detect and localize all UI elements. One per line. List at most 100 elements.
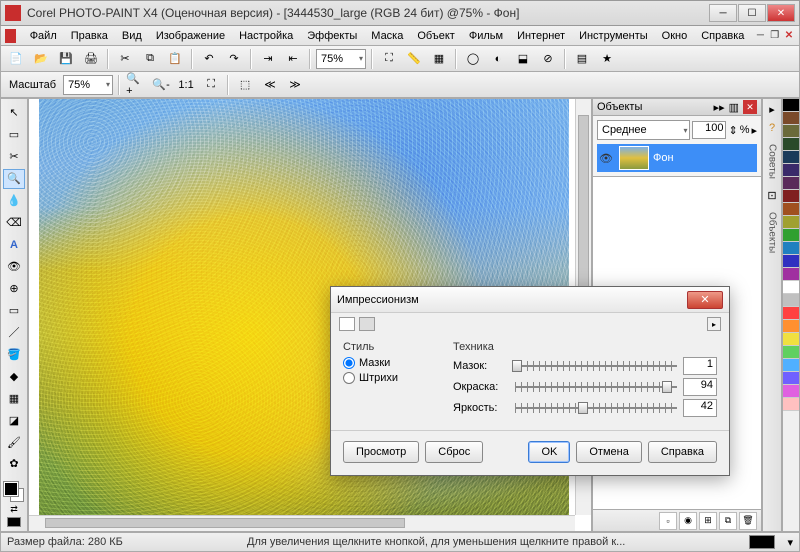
palette-swatch[interactable] [783, 151, 799, 164]
style-hatches-input[interactable] [343, 372, 355, 384]
opacity-stepper-icon[interactable]: ⇕ [728, 124, 737, 137]
import-icon[interactable]: ⇥ [257, 48, 279, 70]
eraser-tool-icon[interactable]: ⌫ [3, 213, 25, 233]
menu-image[interactable]: Изображение [150, 28, 231, 44]
redeye-tool-icon[interactable]: 👁 [3, 257, 25, 277]
mask-overlay-icon[interactable]: ◐ [487, 48, 509, 70]
mask-invert-icon[interactable]: ⬓ [512, 48, 534, 70]
menu-view[interactable]: Вид [116, 28, 148, 44]
panel-close-button[interactable]: ✕ [743, 100, 757, 114]
text-tool-icon[interactable]: A [3, 235, 25, 255]
menu-internet[interactable]: Интернет [511, 28, 571, 44]
palette-swatch[interactable] [783, 268, 799, 281]
redo-icon[interactable]: ↷ [223, 48, 245, 70]
palette-swatch[interactable] [783, 177, 799, 190]
foreground-color-swatch[interactable] [4, 482, 18, 496]
palette-swatch[interactable] [783, 281, 799, 294]
palette-swatch[interactable] [783, 229, 799, 242]
rectangle-tool-icon[interactable]: ▭ [3, 300, 25, 320]
style-strokes-input[interactable] [343, 357, 355, 369]
objects-tab-icon[interactable]: ⊡ [767, 189, 776, 202]
bright-value[interactable]: 42 [683, 399, 717, 417]
hints-tab[interactable]: Советы [767, 140, 778, 183]
eyedropper-tool-icon[interactable]: 💧 [3, 191, 25, 211]
zoom-combo[interactable]: 75% [316, 49, 366, 69]
new-icon[interactable]: 📄 [5, 48, 27, 70]
style-hatches-radio[interactable]: Штрихи [343, 372, 443, 384]
preview-button[interactable]: Просмотр [343, 441, 419, 463]
ok-button[interactable]: OK [528, 441, 570, 463]
zoom-out-icon[interactable]: 🔍- [150, 74, 172, 96]
fill-tool-icon[interactable]: 🪣 [3, 344, 25, 364]
line-tool-icon[interactable]: ／ [3, 322, 25, 342]
dialog-options-icon[interactable]: ▸ [707, 317, 721, 331]
color-value[interactable]: 94 [683, 378, 717, 396]
style-strokes-radio[interactable]: Мазки [343, 357, 443, 369]
launcher-icon[interactable]: ▤ [571, 48, 593, 70]
objects-panel-header[interactable]: Объекты ▸▸ ▥ ✕ [592, 98, 762, 116]
palette-swatch[interactable] [783, 333, 799, 346]
palette-swatch[interactable] [783, 398, 799, 411]
export-icon[interactable]: ⇤ [282, 48, 304, 70]
menu-object[interactable]: Объект [411, 28, 460, 44]
zoom-tool-icon[interactable]: 🔍 [3, 169, 25, 189]
menu-movie[interactable]: Фильм [463, 28, 509, 44]
palette-swatch[interactable] [783, 125, 799, 138]
menu-adjust[interactable]: Настройка [233, 28, 299, 44]
palette-swatch[interactable] [783, 242, 799, 255]
dropshadow-tool-icon[interactable]: ◪ [3, 410, 25, 430]
status-menu-icon[interactable]: ▾ [787, 536, 793, 549]
clone-tool-icon[interactable]: ⊕ [3, 279, 25, 299]
help-icon[interactable]: ? [769, 122, 775, 134]
doc-close-button[interactable]: ✕ [783, 29, 795, 43]
swap-colors-icon[interactable]: ⇄ [10, 504, 18, 515]
transparency-tool-icon[interactable]: ▦ [3, 388, 25, 408]
rulers-icon[interactable]: 📏 [403, 48, 425, 70]
objects-tab[interactable]: Объекты [767, 208, 778, 257]
image-sprayer-tool-icon[interactable]: ✿ [3, 454, 25, 474]
palette-swatch[interactable] [783, 138, 799, 151]
color-slider[interactable] [515, 379, 677, 395]
visibility-icon[interactable]: 👁 [599, 152, 615, 165]
menu-window[interactable]: Окно [656, 28, 694, 44]
panel-options-icon[interactable]: ▥ [729, 101, 739, 114]
dialog-close-button[interactable]: ✕ [687, 291, 723, 309]
interactive-fill-tool-icon[interactable]: ◆ [3, 366, 25, 386]
dialog-titlebar[interactable]: Импрессионизм ✕ [331, 287, 729, 313]
menu-mask[interactable]: Маска [365, 28, 409, 44]
palette-swatch[interactable] [783, 99, 799, 112]
zoom-in-icon[interactable]: 🔍+ [125, 74, 147, 96]
app-menu-icon[interactable] [5, 29, 16, 43]
crop-tool-icon[interactable]: ✂ [3, 147, 25, 167]
lock-icon[interactable]: ▸ [751, 124, 757, 137]
palette-swatch[interactable] [783, 372, 799, 385]
palette-swatch[interactable] [783, 216, 799, 229]
doc-minimize-button[interactable]: ─ [754, 29, 766, 43]
fill-swatch[interactable] [7, 517, 21, 527]
open-icon[interactable]: 📂 [30, 48, 52, 70]
palette-swatch[interactable] [783, 346, 799, 359]
single-preview-icon[interactable] [339, 317, 355, 331]
palette-swatch[interactable] [783, 320, 799, 333]
close-button[interactable]: ✕ [767, 4, 795, 22]
blend-mode-combo[interactable]: Среднее [597, 120, 690, 140]
dual-preview-icon[interactable] [359, 317, 375, 331]
opacity-field[interactable]: 100 [692, 121, 726, 139]
nav-prev-icon[interactable]: ≪ [259, 74, 281, 96]
group-icon[interactable]: ⧉ [719, 512, 737, 530]
delete-icon[interactable]: 🗑 [739, 512, 757, 530]
menu-tools[interactable]: Инструменты [573, 28, 654, 44]
undo-icon[interactable]: ↶ [198, 48, 220, 70]
welcome-icon[interactable]: ★ [596, 48, 618, 70]
stroke-value[interactable]: 1 [683, 357, 717, 375]
expand-icon[interactable]: ▸ [769, 103, 775, 116]
cut-icon[interactable]: ✂ [114, 48, 136, 70]
grid-icon[interactable]: ▦ [428, 48, 450, 70]
palette-swatch[interactable] [783, 190, 799, 203]
nav-next-icon[interactable]: ≫ [284, 74, 306, 96]
fullscreen-icon[interactable]: ⛶ [378, 48, 400, 70]
palette-swatch[interactable] [783, 164, 799, 177]
palette-swatch[interactable] [783, 294, 799, 307]
zoom-actual-icon[interactable]: 1:1 [175, 74, 197, 96]
menu-file[interactable]: Файл [24, 28, 63, 44]
